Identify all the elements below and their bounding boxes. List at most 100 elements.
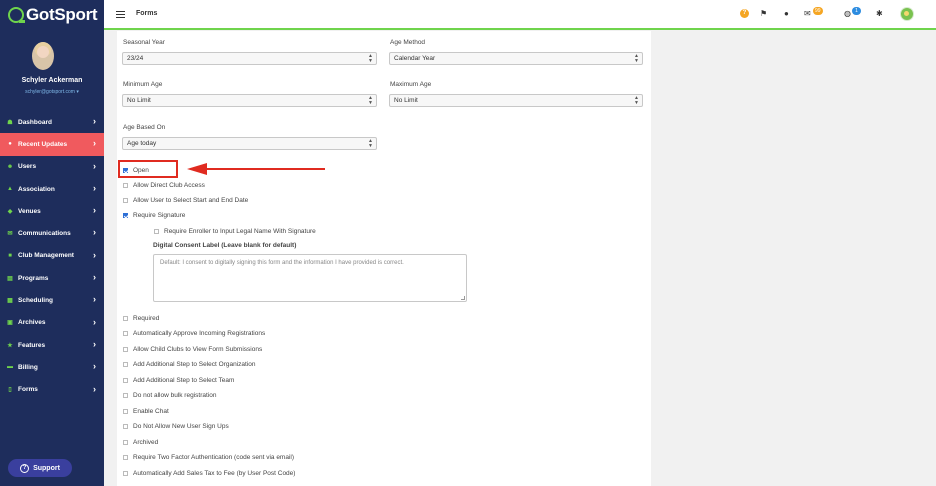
select-arrows-icon: ▲ ▼ — [368, 95, 373, 106]
no-new-signups-checkbox[interactable]: Do Not Allow New User Sign Ups — [123, 421, 229, 431]
sidebar-item-club-management[interactable]: ■ Club Management › — [0, 245, 104, 267]
maximum-age-select[interactable]: No Limit ▲ ▼ — [389, 94, 643, 107]
age-based-on-value: Age today — [127, 140, 157, 147]
sidebar-item-archives[interactable]: ▣ Archives › — [0, 312, 104, 334]
sidebar-item-label: Association — [18, 185, 55, 193]
checkbox[interactable] — [123, 346, 128, 352]
sales-tax-checkbox[interactable]: Automatically Add Sales Tax to Fee (by U… — [123, 468, 295, 478]
archived-checkbox[interactable]: Archived — [123, 437, 158, 447]
checkbox[interactable] — [123, 454, 128, 460]
checkbox[interactable] — [123, 330, 128, 336]
user-avatar[interactable] — [32, 42, 54, 70]
chat-count-badge: 1 — [852, 7, 861, 15]
checkbox-label: Allow User to Select Start and End Date — [133, 196, 249, 204]
checkbox[interactable] — [123, 408, 128, 414]
require-legal-name-checkbox[interactable]: Require Enroller to Input Legal Name Wit… — [154, 226, 316, 236]
checkbox[interactable] — [123, 361, 128, 367]
select-arrows-icon: ▲ ▼ — [368, 138, 373, 149]
sidebar-item-billing[interactable]: ▬ Billing › — [0, 356, 104, 378]
checkbox[interactable] — [123, 392, 128, 398]
age-method-select[interactable]: Calendar Year ▲ ▼ — [389, 52, 643, 65]
empty-area — [651, 31, 936, 486]
flag-icon[interactable]: ⚑ — [760, 9, 767, 19]
sidebar-item-forms[interactable]: ▯ Forms › — [0, 379, 104, 401]
checkbox[interactable] — [123, 197, 128, 203]
age-based-on-label: Age Based On — [123, 124, 166, 131]
venues-icon: ◆ — [7, 208, 13, 215]
enable-chat-checkbox[interactable]: Enable Chat — [123, 406, 169, 416]
maximum-age-label: Maximum Age — [390, 81, 432, 88]
age-based-on-select[interactable]: Age today ▲ ▼ — [122, 137, 377, 150]
chevron-right-icon: › — [93, 249, 96, 260]
checkbox[interactable] — [123, 377, 128, 383]
checkbox[interactable] — [123, 315, 128, 321]
checkbox[interactable] — [123, 470, 128, 476]
support-button[interactable]: ? Support — [8, 459, 72, 477]
allow-select-dates-checkbox[interactable]: Allow User to Select Start and End Date — [123, 195, 248, 205]
programs-icon: ▤ — [7, 275, 13, 282]
sidebar-item-scheduling[interactable]: ▦ Scheduling › — [0, 289, 104, 311]
required-checkbox[interactable]: Required — [123, 313, 159, 323]
sidebar-item-label: Recent Updates — [18, 140, 68, 148]
checkbox[interactable] — [123, 423, 128, 429]
communications-icon: ✉ — [7, 231, 13, 238]
user-icon[interactable]: ● — [784, 9, 789, 19]
child-clubs-view-checkbox[interactable]: Allow Child Clubs to View Form Submissio… — [123, 344, 262, 354]
require-signature-checkbox[interactable]: Require Signature — [123, 210, 185, 220]
minimum-age-select[interactable]: No Limit ▲ ▼ — [122, 94, 377, 107]
gear-icon[interactable]: ✱ — [876, 9, 883, 19]
checkbox[interactable] — [123, 182, 128, 188]
chevron-right-icon: › — [93, 227, 96, 238]
club-management-icon: ■ — [8, 252, 12, 259]
sidebar-item-venues[interactable]: ◆ Venues › — [0, 200, 104, 222]
sidebar-item-association[interactable]: ▲ Association › — [0, 178, 104, 200]
consent-textarea[interactable]: Default: I consent to digitally signing … — [153, 254, 467, 302]
sidebar-nav: ☗ Dashboard › ● Recent Updates › ☻ Users › ▲ As… — [0, 111, 104, 401]
maximum-age-value: No Limit — [394, 97, 418, 104]
features-icon: ★ — [7, 342, 13, 349]
no-bulk-registration-checkbox[interactable]: Do not allow bulk registration — [123, 390, 216, 400]
chevron-right-icon: › — [93, 294, 96, 305]
consent-placeholder: Default: I consent to digitally signing … — [160, 260, 404, 266]
allow-direct-club-access-checkbox[interactable]: Allow Direct Club Access — [123, 180, 205, 190]
select-team-checkbox[interactable]: Add Additional Step to Select Team — [123, 375, 234, 385]
sidebar-item-label: Billing — [18, 363, 38, 371]
seasonal-year-select[interactable]: 23/24 ▲ ▼ — [122, 52, 377, 65]
help-icon[interactable]: ? — [740, 9, 749, 18]
checkbox[interactable] — [154, 228, 159, 234]
users-icon: ☻ — [6, 163, 14, 170]
question-icon: ? — [20, 463, 30, 473]
gotsport-logo-icon — [8, 7, 25, 23]
sidebar-item-dashboard[interactable]: ☗ Dashboard › — [0, 111, 104, 133]
menu-icon[interactable] — [116, 11, 125, 18]
mail-count-badge: 99 — [813, 7, 823, 15]
select-organization-checkbox[interactable]: Add Additional Step to Select Organizati… — [123, 359, 256, 369]
sidebar-item-label: Club Management — [18, 252, 74, 260]
sidebar-item-programs[interactable]: ▤ Programs › — [0, 267, 104, 289]
avatar[interactable] — [900, 7, 914, 21]
logo[interactable]: GotSport — [0, 0, 104, 30]
chevron-right-icon: › — [93, 205, 96, 216]
user-name: Schyler Ackerman — [21, 77, 83, 84]
sidebar-item-features[interactable]: ★ Features › — [0, 334, 104, 356]
checkbox-label: Require Enroller to Input Legal Name Wit… — [164, 227, 316, 235]
consent-label: Digital Consent Label (Leave blank for d… — [153, 242, 297, 249]
page-title: Forms — [136, 10, 158, 17]
sidebar-item-label: Scheduling — [18, 297, 54, 305]
checkbox-checked[interactable] — [123, 212, 128, 218]
checkbox-label: Required — [133, 314, 160, 322]
sidebar-item-communications[interactable]: ✉ Communications › — [0, 222, 104, 244]
chat-icon[interactable]: ◍ — [844, 9, 851, 19]
chevron-right-icon: › — [93, 383, 96, 394]
seasonal-year-value: 23/24 — [127, 55, 144, 62]
sidebar-item-users[interactable]: ☻ Users › — [0, 156, 104, 178]
two-factor-checkbox[interactable]: Require Two Factor Authentication (code … — [123, 452, 294, 462]
chevron-right-icon: › — [93, 160, 96, 171]
auto-approve-checkbox[interactable]: Automatically Approve Incoming Registrat… — [123, 328, 265, 338]
checkbox[interactable] — [123, 439, 128, 445]
user-email-dropdown[interactable]: schyler@gotsport.com ▾ — [0, 89, 104, 95]
resize-handle-icon[interactable] — [461, 296, 465, 300]
sidebar-item-recent-updates[interactable]: ● Recent Updates › — [0, 133, 104, 156]
updates-icon: ● — [8, 141, 12, 148]
mail-icon[interactable]: ✉ — [804, 9, 811, 19]
